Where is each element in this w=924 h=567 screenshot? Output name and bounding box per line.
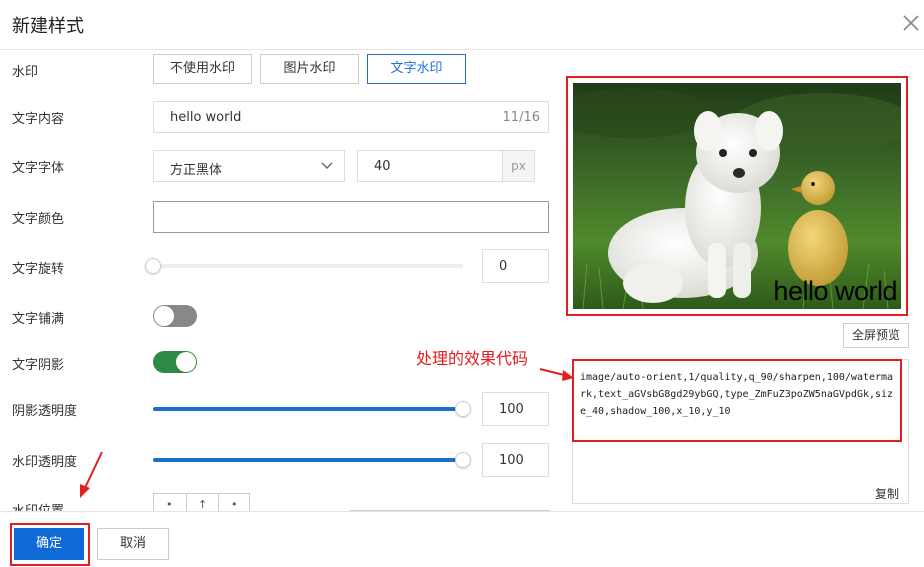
text-tile-toggle-knob bbox=[154, 306, 174, 326]
label-text-shadow: 文字阴影 bbox=[12, 358, 65, 373]
font-family-select[interactable]: 方正黑体 bbox=[153, 150, 345, 182]
annotation-label: 处理的效果代码 bbox=[416, 349, 529, 368]
watermark-opacity-value: 100 bbox=[499, 453, 524, 468]
dialog-title: 新建样式 bbox=[12, 16, 84, 37]
font-size-value: 40 bbox=[374, 159, 391, 174]
position-top-center[interactable]: ↑ bbox=[198, 498, 207, 511]
fullscreen-preview-button[interactable]: 全屏预览 bbox=[843, 323, 909, 348]
rotation-input[interactable]: 0 bbox=[482, 249, 549, 283]
shadow-opacity-slider-thumb[interactable] bbox=[455, 401, 471, 417]
preview-highlight: hello world bbox=[566, 76, 908, 316]
rotation-slider[interactable] bbox=[145, 258, 463, 274]
rotation-value: 0 bbox=[499, 259, 508, 274]
watermark-opacity-slider-fill bbox=[153, 458, 463, 462]
watermark-type-text-button[interactable]: 文字水印 bbox=[367, 54, 466, 84]
shadow-opacity-slider[interactable] bbox=[153, 401, 471, 417]
label-text-color: 文字颜色 bbox=[12, 212, 65, 227]
watermark-type-none-button[interactable]: 不使用水印 bbox=[153, 54, 252, 84]
watermark-position-grid[interactable]: • ↑ • bbox=[153, 493, 250, 513]
label-watermark: 水印 bbox=[12, 65, 39, 80]
label-watermark-opacity: 水印透明度 bbox=[12, 455, 78, 470]
font-size-input[interactable]: 40 px bbox=[357, 150, 535, 182]
text-content-counter: 11/16 bbox=[502, 110, 540, 125]
close-icon[interactable] bbox=[900, 12, 922, 34]
ok-button[interactable]: 确定 bbox=[14, 528, 84, 560]
rotation-slider-thumb[interactable] bbox=[145, 258, 161, 274]
label-shadow-opacity: 阴影透明度 bbox=[12, 404, 78, 419]
text-shadow-toggle[interactable] bbox=[153, 351, 197, 373]
shadow-opacity-input[interactable]: 100 bbox=[482, 392, 549, 426]
text-shadow-toggle-knob bbox=[176, 352, 196, 372]
preview-watermark-text: hello world bbox=[773, 276, 897, 306]
shadow-opacity-value: 100 bbox=[499, 402, 524, 417]
chevron-down-icon bbox=[321, 162, 333, 169]
text-content-input[interactable]: hello world 11/16 bbox=[153, 101, 549, 133]
text-color-input[interactable] bbox=[153, 201, 549, 233]
copy-button[interactable]: 复制 bbox=[875, 485, 899, 502]
position-top-right[interactable]: • bbox=[231, 498, 238, 511]
watermark-type-image-button[interactable]: 图片水印 bbox=[260, 54, 359, 84]
watermark-opacity-slider[interactable] bbox=[153, 452, 471, 468]
watermark-opacity-slider-thumb[interactable] bbox=[455, 452, 471, 468]
label-text-rotation: 文字旋转 bbox=[12, 262, 65, 277]
text-content-value: hello world bbox=[170, 110, 242, 125]
cancel-button[interactable]: 取消 bbox=[97, 528, 169, 560]
code-arrow-line bbox=[539, 368, 569, 377]
label-text-font: 文字字体 bbox=[12, 161, 65, 176]
font-size-unit: px bbox=[502, 151, 534, 181]
preview-image: hello world bbox=[573, 83, 901, 309]
position-top-left[interactable]: • bbox=[166, 498, 173, 511]
watermark-opacity-input[interactable]: 100 bbox=[482, 443, 549, 477]
font-family-value: 方正黑体 bbox=[170, 163, 223, 178]
label-text-content: 文字内容 bbox=[12, 112, 65, 127]
shadow-opacity-slider-fill bbox=[153, 407, 463, 411]
ok-arrow-line bbox=[83, 451, 103, 491]
text-tile-toggle[interactable] bbox=[153, 305, 197, 327]
ok-arrow-head bbox=[80, 484, 90, 498]
label-text-tile: 文字铺满 bbox=[12, 312, 65, 327]
dialog-header: 新建样式 bbox=[0, 0, 924, 50]
code-output: image/auto-orient,1/quality,q_90/sharpen… bbox=[580, 372, 894, 417]
